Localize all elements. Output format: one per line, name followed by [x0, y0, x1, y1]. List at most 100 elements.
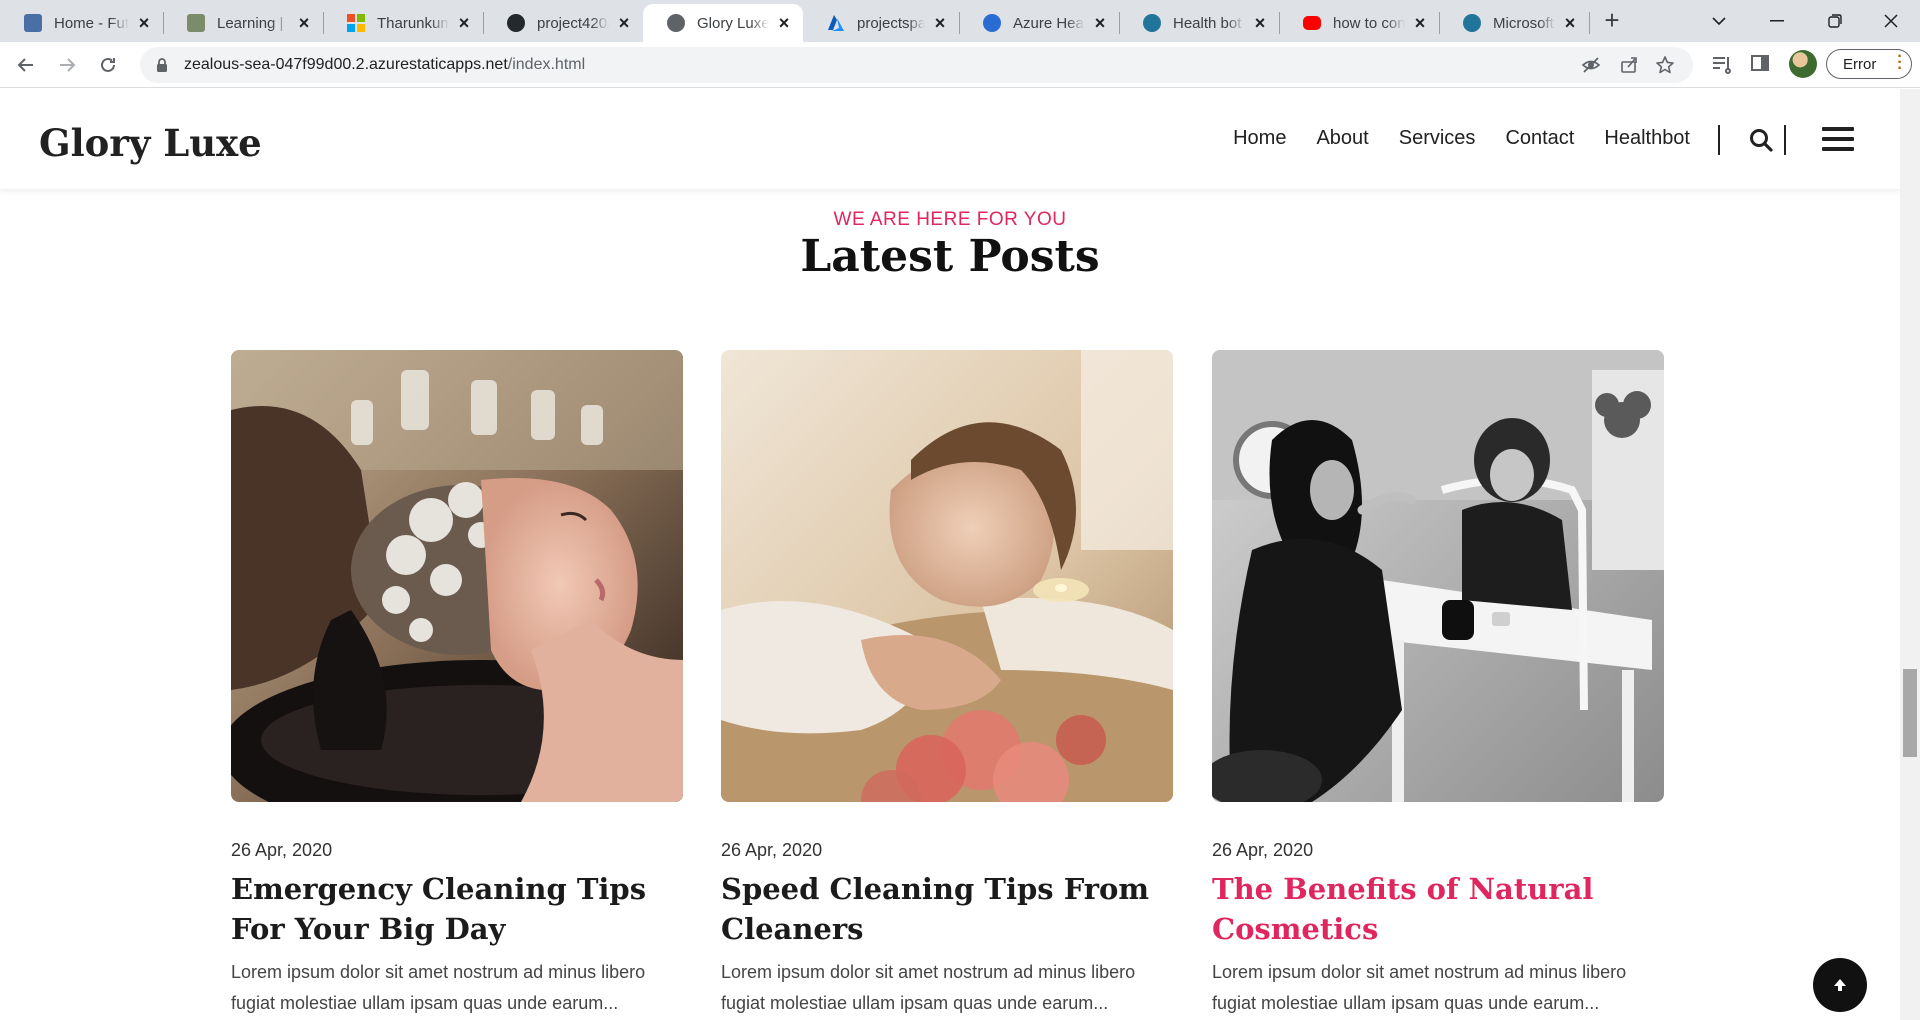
post-date: 26 Apr, 2020: [231, 840, 333, 860]
nav-contact[interactable]: Contact: [1505, 127, 1574, 150]
post-excerpt: Lorem ipsum dolor sit amet nostrum ad mi…: [721, 962, 1136, 1013]
post-date: 26 Apr, 2020: [721, 840, 823, 860]
chevron-down-icon: [1712, 17, 1726, 26]
minimize-button[interactable]: [1748, 0, 1806, 42]
tab-title: Tharunkum: [377, 14, 449, 32]
forward-button[interactable]: [51, 49, 83, 81]
close-icon[interactable]: ×: [931, 14, 949, 32]
close-window-button[interactable]: [1862, 0, 1920, 42]
browser-tab[interactable]: Home - Futu ×: [0, 4, 163, 42]
nav-healthbot[interactable]: Healthbot: [1604, 127, 1690, 150]
arrow-left-icon: [17, 58, 33, 72]
search-icon[interactable]: [1748, 127, 1774, 153]
azure-icon: [827, 14, 845, 32]
browser-tab[interactable]: Tharunkum ×: [323, 4, 483, 42]
microsoft-icon: [347, 14, 365, 32]
close-icon[interactable]: ×: [455, 14, 473, 32]
close-icon[interactable]: ×: [1411, 14, 1429, 32]
tab-search-button[interactable]: [1690, 0, 1748, 42]
tab-title: Glory Luxe -: [697, 14, 769, 32]
post-excerpt: Lorem ipsum dolor sit amet nostrum ad mi…: [231, 962, 646, 1013]
url-path: /index.html: [507, 56, 586, 73]
wordpress-icon: [1143, 14, 1161, 32]
close-icon[interactable]: ×: [1561, 14, 1579, 32]
reload-icon: [101, 57, 115, 72]
browser-tab[interactable]: Health bot - ×: [1119, 4, 1279, 42]
browser-tab[interactable]: project420/ ×: [483, 4, 643, 42]
browser-toolbar: zealous-sea-047f99d00.2.azurestaticapps.…: [0, 42, 1920, 88]
site-logo[interactable]: Glory Luxe: [39, 121, 262, 165]
arrow-up-icon: [1834, 979, 1846, 991]
post-title[interactable]: The Benefits of Natural Cosmetics: [1212, 869, 1664, 949]
learning-icon: [187, 14, 205, 32]
lock-icon: [157, 58, 167, 72]
tab-title: Microsoft p: [1493, 14, 1555, 32]
address-bar[interactable]: zealous-sea-047f99d00.2.azurestaticapps.…: [140, 47, 1693, 83]
post-card: 26 Apr, 2020 Speed Cleaning Tips From Cl…: [721, 350, 1173, 1019]
more-options-icon: · · ·: [1897, 48, 1903, 77]
minimize-icon: [1770, 20, 1784, 22]
reload-button[interactable]: [92, 49, 124, 81]
side-panel-icon[interactable]: [1748, 53, 1772, 77]
web-page: Glory Luxe Home About Services Contact H…: [0, 89, 1900, 1020]
restore-icon: [1828, 14, 1842, 28]
site-icon: [24, 14, 42, 32]
browser-tabstrip: Home - Futu × Learning | F × Tharunkum ×…: [0, 0, 1920, 42]
bookmark-star-icon[interactable]: [1654, 55, 1676, 77]
profile-status-label: Error: [1843, 55, 1877, 73]
nav-home[interactable]: Home: [1233, 127, 1286, 150]
hamburger-menu-icon[interactable]: [1822, 127, 1854, 151]
tab-title: project420/: [537, 14, 609, 32]
tab-title: Home - Futu: [54, 14, 129, 32]
post-title[interactable]: Speed Cleaning Tips From Cleaners: [721, 869, 1173, 949]
tab-title: Health bot -: [1173, 14, 1245, 32]
post-date: 26 Apr, 2020: [1212, 840, 1314, 860]
tab-title: how to con: [1333, 14, 1405, 32]
browser-tab[interactable]: projectspa ×: [803, 4, 959, 42]
post-excerpt: Lorem ipsum dolor sit amet nostrum ad mi…: [1212, 962, 1627, 1013]
browser-tab[interactable]: how to con ×: [1279, 4, 1439, 42]
section-subtitle: WE ARE HERE FOR YOU: [833, 209, 1067, 230]
tab-title: Azure Healt: [1013, 14, 1085, 32]
url-text: zealous-sea-047f99d00.2.azurestaticapps.…: [184, 56, 585, 74]
nav-about[interactable]: About: [1316, 127, 1368, 150]
profile-avatar[interactable]: [1789, 50, 1817, 78]
spa-relax-photo[interactable]: [721, 350, 1173, 802]
page-scrollbar[interactable]: [1900, 89, 1920, 1020]
reading-list-icon[interactable]: [1710, 53, 1734, 77]
browser-tab-active[interactable]: Glory Luxe - ×: [643, 4, 803, 42]
nav-services[interactable]: Services: [1399, 127, 1476, 150]
close-icon[interactable]: ×: [615, 14, 633, 32]
back-button[interactable]: [10, 49, 42, 81]
restore-button[interactable]: [1806, 0, 1864, 42]
azure-health-icon: [983, 14, 1001, 32]
new-tab-button[interactable]: +: [1598, 7, 1626, 35]
profile-error-button[interactable]: Error · · ·: [1826, 49, 1912, 79]
post-title[interactable]: Emergency Cleaning Tips For Your Big Day: [231, 869, 683, 949]
close-icon[interactable]: ×: [135, 14, 153, 32]
site-header: Glory Luxe Home About Services Contact H…: [0, 89, 1900, 189]
wordpress-icon: [1463, 14, 1481, 32]
close-icon: [1884, 14, 1898, 28]
hair-wash-photo[interactable]: [231, 350, 683, 802]
globe-icon: [667, 14, 685, 32]
close-icon[interactable]: ×: [295, 14, 313, 32]
close-icon[interactable]: ×: [775, 14, 793, 32]
main-nav: Home About Services Contact Healthbot: [1203, 127, 1690, 150]
nav-divider: [1718, 125, 1720, 155]
browser-tab[interactable]: Azure Healt ×: [959, 4, 1119, 42]
section-title: Latest Posts: [800, 231, 1100, 282]
browser-tab[interactable]: Microsoft p ×: [1439, 4, 1589, 42]
github-icon: [507, 14, 525, 32]
close-icon[interactable]: ×: [1251, 14, 1269, 32]
tracking-off-icon[interactable]: [1580, 55, 1602, 77]
share-icon[interactable]: [1618, 55, 1640, 77]
back-to-top-button[interactable]: [1813, 958, 1867, 1012]
tab-title: projectspa: [857, 14, 925, 32]
post-card: 26 Apr, 2020 The Benefits of Natural Cos…: [1212, 350, 1664, 1019]
tab-divider: [1589, 12, 1590, 34]
close-icon[interactable]: ×: [1091, 14, 1109, 32]
nail-salon-photo[interactable]: [1212, 350, 1664, 802]
browser-tab[interactable]: Learning | F ×: [163, 4, 323, 42]
scrollbar-thumb[interactable]: [1903, 669, 1917, 757]
